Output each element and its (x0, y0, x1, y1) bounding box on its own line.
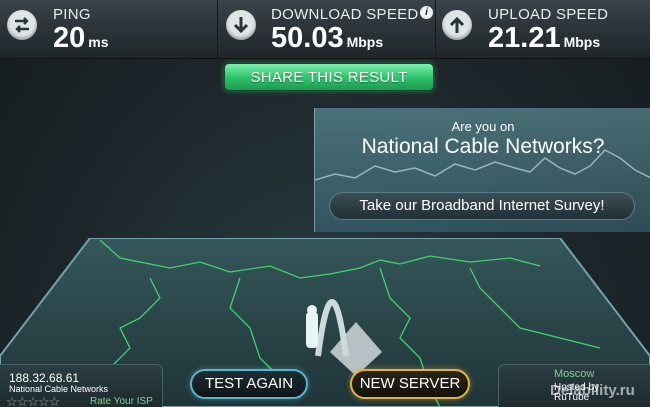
download-value: 50.03 (271, 22, 344, 54)
results-bar: PING 20 ms DOWNLOAD SPEED i 50.03 Mbps UPL… (0, 0, 650, 59)
ping-value: 20 (53, 22, 86, 54)
server-city: Moscow (554, 368, 595, 380)
client-pin-icon (306, 312, 318, 348)
ping-unit: ms (88, 34, 109, 50)
new-server-button[interactable]: NEW SERVER (350, 369, 470, 399)
upload-unit: Mbps (563, 34, 601, 50)
client-info-panel: 188.32.68.61 National Cable Networks ☆☆☆… (0, 364, 163, 407)
upload-arrow-icon (442, 10, 472, 40)
download-unit: Mbps (346, 34, 384, 50)
download-value-wrap: 50.03 Mbps (271, 22, 383, 55)
ping-icon (7, 10, 37, 40)
upload-metric: UPLOAD SPEED 21.21 Mbps (436, 0, 650, 58)
download-metric: DOWNLOAD SPEED i 50.03 Mbps (218, 0, 436, 58)
survey-question-line2: National Cable Networks? (361, 135, 605, 158)
ping-value-wrap: 20 ms (53, 22, 109, 55)
upload-value-wrap: 21.21 Mbps (488, 22, 600, 55)
client-isp: National Cable Networks (9, 384, 109, 394)
watermark: Delability.ru (550, 382, 635, 399)
download-title: DOWNLOAD SPEED (271, 6, 419, 23)
info-icon[interactable]: i (420, 6, 433, 19)
client-ip: 188.32.68.61 (9, 371, 80, 385)
share-result-button[interactable]: SHARE THIS RESULT (224, 63, 434, 91)
upload-title: UPLOAD SPEED (488, 6, 609, 23)
rate-isp-link[interactable]: Rate Your ISP (90, 396, 153, 407)
ping-title: PING (53, 6, 91, 23)
rating-stars-icon[interactable]: ☆☆☆☆☆ (6, 394, 60, 407)
client-pin-head (307, 305, 317, 315)
ping-metric: PING 20 ms (0, 0, 218, 58)
download-arrow-icon (226, 10, 256, 40)
upload-value: 21.21 (488, 22, 561, 54)
survey-question-line1: Are you on (451, 119, 515, 134)
survey-panel: Are you on National Cable Networks? Take… (314, 108, 650, 232)
speedtest-app: PING 20 ms DOWNLOAD SPEED i 50.03 Mbps UPL… (0, 0, 650, 407)
test-again-button[interactable]: TEST AGAIN (190, 369, 308, 399)
survey-button[interactable]: Take our Broadband Internet Survey! (329, 192, 635, 220)
